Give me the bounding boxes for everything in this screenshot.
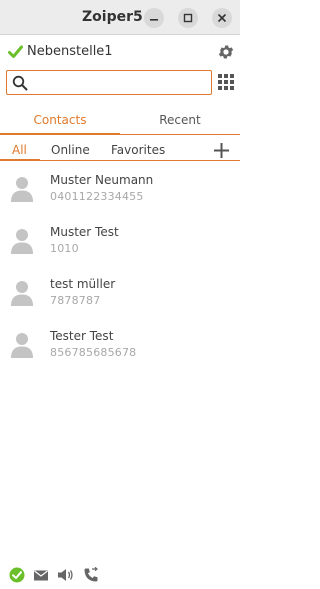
dialpad-icon[interactable] (218, 74, 234, 90)
list-item[interactable]: Muster Neumann 0401122334455 (0, 166, 240, 218)
mail-icon[interactable] (33, 567, 49, 583)
close-icon (217, 13, 227, 23)
contact-number: 1010 (50, 242, 79, 255)
account-row: Nebenstelle1 (0, 40, 240, 66)
filter-tabs: All Online Favorites (0, 140, 240, 162)
contact-name: Tester Test (50, 329, 114, 343)
add-contact-icon[interactable] (213, 142, 230, 159)
main-tabs: Contacts Recent (0, 108, 240, 136)
filter-favorites[interactable]: Favorites (111, 143, 165, 157)
avatar-icon (11, 177, 33, 202)
phone-forward-icon[interactable] (83, 567, 99, 583)
contact-number: 856785685678 (50, 346, 137, 359)
filter-all[interactable]: All (12, 143, 27, 157)
list-item[interactable]: test müller 7878787 (0, 270, 240, 322)
search-box[interactable] (6, 70, 212, 95)
minimize-icon (150, 19, 158, 21)
search-input[interactable] (33, 73, 209, 92)
tab-active-indicator (0, 133, 120, 135)
contact-number: 0401122334455 (50, 190, 144, 203)
maximize-button[interactable] (178, 8, 198, 28)
search-icon (12, 75, 28, 91)
list-item[interactable]: Muster Test 1010 (0, 218, 240, 270)
filter-online[interactable]: Online (51, 143, 90, 157)
avatar-icon (11, 281, 33, 306)
title-bar[interactable]: Zoiper5 (0, 0, 240, 35)
status-check-icon[interactable] (9, 567, 25, 583)
speaker-icon[interactable] (57, 567, 75, 583)
contact-number: 7878787 (50, 294, 101, 307)
tab-recent[interactable]: Recent (120, 108, 240, 134)
contact-name: test müller (50, 277, 116, 291)
contact-name: Muster Test (50, 225, 119, 239)
status-footer (0, 562, 240, 589)
list-item[interactable]: Tester Test 856785685678 (0, 322, 240, 374)
maximize-icon (183, 13, 193, 23)
account-name: Nebenstelle1 (27, 44, 113, 59)
avatar-icon (11, 333, 33, 358)
avatar-icon (11, 229, 33, 254)
app-title: Zoiper5 (82, 9, 143, 25)
filter-active-indicator (0, 159, 40, 161)
close-button[interactable] (212, 8, 232, 28)
minimize-button[interactable] (144, 8, 164, 28)
gear-icon[interactable] (217, 43, 235, 61)
contact-list: Muster Neumann 0401122334455 Muster Test… (0, 166, 240, 374)
contact-name: Muster Neumann (50, 173, 154, 187)
check-icon (8, 45, 23, 58)
tab-contacts[interactable]: Contacts (0, 108, 120, 134)
